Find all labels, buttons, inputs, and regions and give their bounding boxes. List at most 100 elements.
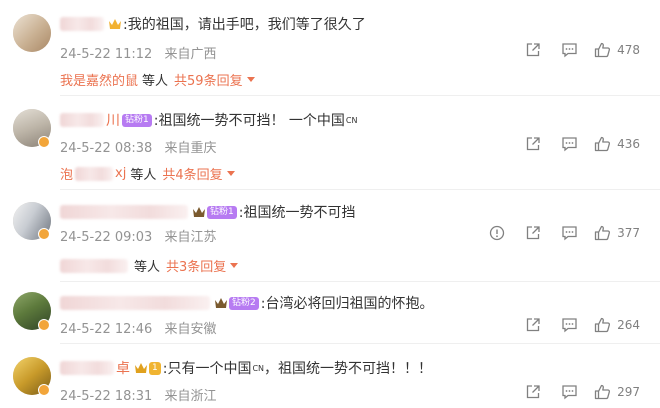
comment-text: :祖国统一势不可挡 [238,205,356,221]
comment-meta: 24-5-22 12:46 来自安徽 [60,318,217,337]
comment-text: :台湾必将回归祖国的怀抱。 [260,296,434,312]
dropdown-triangle-icon [226,171,235,176]
comment-icon [562,385,577,400]
comment-icon [562,43,577,58]
view-replies-link[interactable]: 共3条回复 [166,256,239,275]
username-suffix[interactable]: 川 [106,110,120,130]
dropdown-triangle-icon [246,77,255,82]
comment-meta: 24-5-22 09:03 来自江苏 [60,226,217,245]
cn-mark: CN [345,115,358,125]
username-blurred[interactable] [60,296,210,310]
comment-location: 来自重庆 [164,141,217,156]
comment-item: 钻粉1 :祖国统一势不可挡 24-5-22 09:03 来自江苏 377 等人 … [0,190,660,282]
comment-text: :我的祖国，请出手吧，我们等了很久了 [123,17,366,33]
reply-username-blurred[interactable] [75,166,114,181]
crown-icon [193,207,205,217]
username-blurred[interactable] [60,17,104,31]
view-replies-label: 共4条回复 [162,168,223,183]
username-blurred[interactable] [60,361,114,375]
comment-button[interactable] [561,42,578,58]
comment-item: 钻粉2 :台湾必将回归祖国的怀抱。 24-5-22 12:46 来自安徽 264 [0,282,660,344]
avatar[interactable] [13,14,51,52]
comment-item: 川 钻粉1 :祖国统一势不可挡！ 一个中国 CN 24-5-22 08:38 来… [0,96,660,190]
verified-badge-icon [38,384,50,396]
username-blurred[interactable] [60,205,188,219]
comment-item: :我的祖国，请出手吧，我们等了很久了 24-5-22 11:12 来自广西 47… [0,0,660,96]
verified-badge-icon [38,319,50,331]
reply-etc: 等人 [134,260,161,275]
verified-badge-icon [38,228,50,240]
share-icon [526,226,540,240]
share-icon [526,385,540,399]
like-count: 478 [617,43,640,57]
comment-meta: 24-5-22 18:31 来自浙江 [60,385,217,404]
like-button[interactable]: 377 [594,225,640,241]
reply-username-prefix[interactable]: 泡 [60,164,73,183]
comment-meta: 24-5-22 08:38 来自重庆 [60,137,217,156]
comment-item: 卓 1 :只有一个中国 CN ，祖国统一势不可挡！！！ 24-5-22 18:3… [0,344,660,408]
share-icon [526,318,540,332]
like-icon [594,317,611,333]
comment-button[interactable] [561,225,578,241]
comment-icon [562,137,577,152]
crown-icon [215,298,227,308]
like-icon [594,42,611,58]
share-button[interactable] [525,136,541,152]
comment-location: 来自广西 [164,47,217,62]
like-button[interactable]: 264 [594,317,640,333]
like-count: 297 [617,385,640,399]
comment-location: 来自浙江 [164,389,217,404]
comment-icon [562,226,577,241]
reply-etc: 等人 [130,168,157,183]
like-count: 436 [617,137,640,151]
comment-text-continued: ，祖国统一势不可挡！！！ [264,361,433,377]
view-replies-label: 共3条回复 [166,260,227,275]
fan-badge: 钻粉1 [207,205,237,219]
dropdown-triangle-icon [230,263,239,268]
comment-location: 来自安徽 [164,322,217,337]
like-button[interactable]: 436 [594,136,640,152]
crown-icon [109,19,121,29]
comment-text: :祖国统一势不可挡！ 一个中国 [153,113,345,129]
info-icon [489,225,505,241]
like-icon [594,225,611,241]
comment-icon [562,318,577,333]
verified-badge-icon [38,136,50,148]
share-button[interactable] [525,384,541,400]
comment-button[interactable] [561,384,578,400]
comment-date: 24-5-22 11:12 [60,47,153,62]
view-replies-link[interactable]: 共59条回复 [174,70,255,89]
comment-text: :只有一个中国 [162,361,252,377]
report-button[interactable] [489,225,505,241]
share-button[interactable] [525,317,541,333]
comment-date: 24-5-22 08:38 [60,141,153,156]
comment-button[interactable] [561,136,578,152]
crown-icon [135,363,147,373]
share-button[interactable] [525,42,541,58]
like-count: 264 [617,318,640,332]
comment-date: 24-5-22 09:03 [60,230,153,245]
reply-username-blurred[interactable] [60,258,128,273]
share-icon [526,137,540,151]
share-button[interactable] [525,225,541,241]
reply-username-suffix[interactable]: xj [115,166,126,181]
reply-etc: 等人 [142,74,169,89]
fan-badge: 钻粉1 [122,113,152,127]
reply-username[interactable]: 我是嘉然的鼠 [60,70,138,89]
comment-date: 24-5-22 18:31 [60,389,153,404]
cn-mark: CN [252,363,265,373]
like-button[interactable]: 478 [594,42,640,58]
comment-location: 来自江苏 [164,230,217,245]
share-icon [526,43,540,57]
view-replies-label: 共59条回复 [174,74,243,89]
like-button[interactable]: 297 [594,384,640,400]
like-icon [594,136,611,152]
fan-badge: 钻粉2 [229,296,259,310]
username-blurred[interactable] [60,113,104,127]
fan-badge: 1 [149,361,161,375]
username-suffix[interactable]: 卓 [116,358,130,378]
like-count: 377 [617,226,640,240]
comment-button[interactable] [561,317,578,333]
like-icon [594,384,611,400]
view-replies-link[interactable]: 共4条回复 [162,164,235,183]
